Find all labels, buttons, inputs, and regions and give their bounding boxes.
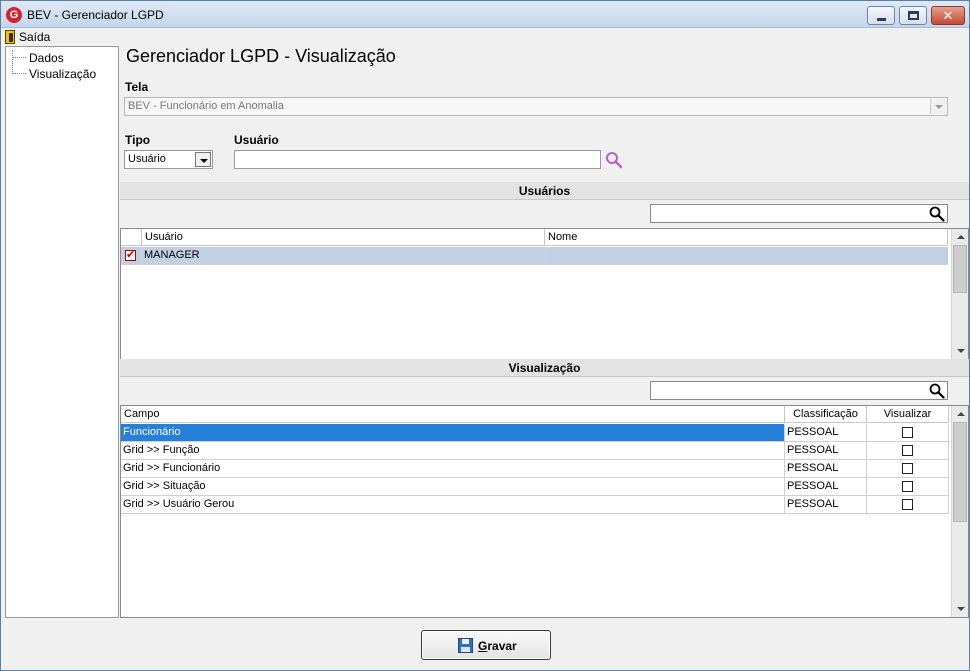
grid-header-classificacao[interactable]: Classificação bbox=[785, 406, 867, 423]
cell-campo[interactable]: Grid >> Funcionário bbox=[121, 460, 785, 478]
visualizacao-filter-input[interactable] bbox=[650, 381, 948, 400]
tela-select[interactable]: BEV - Funcionário em Anomalia bbox=[124, 97, 948, 116]
cell-visualizar[interactable] bbox=[867, 460, 949, 478]
page-title: Gerenciador LGPD - Visualização bbox=[126, 46, 396, 66]
tree-branch bbox=[12, 73, 26, 74]
scroll-down-icon[interactable] bbox=[952, 343, 968, 359]
cell-campo[interactable]: Grid >> Situação bbox=[121, 478, 785, 496]
visualizar-checkbox[interactable] bbox=[902, 481, 913, 492]
sidebar-item-visualizacao[interactable]: Visualização bbox=[12, 66, 96, 81]
scroll-thumb[interactable] bbox=[953, 245, 967, 293]
chevron-down-icon[interactable] bbox=[930, 99, 946, 114]
usuario-label: Usuário bbox=[234, 133, 279, 147]
visualizacao-section-header: Visualização bbox=[120, 359, 969, 377]
tipo-select[interactable]: Usuário bbox=[124, 150, 213, 169]
menu-item-exit[interactable]: Saída bbox=[5, 29, 50, 45]
chevron-down-icon[interactable] bbox=[195, 152, 211, 167]
usuarios-section-header: Usuários bbox=[120, 182, 969, 200]
scroll-up-icon[interactable] bbox=[952, 229, 968, 245]
visualizar-checkbox[interactable] bbox=[902, 463, 913, 474]
cell-classificacao[interactable]: PESSOAL bbox=[785, 442, 867, 460]
maximize-button[interactable] bbox=[899, 6, 927, 25]
tree-branch bbox=[12, 57, 26, 58]
tipo-label: Tipo bbox=[125, 133, 151, 147]
usuarios-grid: Usuário Nome MANAGER bbox=[120, 228, 969, 360]
app-window: G BEV - Gerenciador LGPD ✕ Saída Dados V… bbox=[0, 0, 970, 671]
row-checkbox[interactable] bbox=[125, 248, 136, 262]
visualizar-checkbox[interactable] bbox=[902, 499, 913, 510]
window-title: BEV - Gerenciador LGPD bbox=[27, 8, 164, 22]
floppy-disk-icon bbox=[458, 638, 473, 653]
visualizacao-grid: Campo Classificação Visualizar Funcionár… bbox=[120, 405, 969, 618]
usuarios-scrollbar[interactable] bbox=[951, 229, 968, 359]
visualizar-checkbox[interactable] bbox=[902, 445, 913, 456]
sidebar-item-label: Visualização bbox=[29, 66, 97, 81]
cell-classificacao[interactable]: PESSOAL bbox=[785, 424, 867, 442]
sidebar-item-label: Dados bbox=[29, 50, 64, 65]
cell-classificacao[interactable]: PESSOAL bbox=[785, 460, 867, 478]
grid-header-visualizar[interactable]: Visualizar bbox=[867, 406, 949, 423]
cell-nome[interactable] bbox=[545, 247, 948, 265]
minimize-icon bbox=[877, 18, 886, 21]
maximize-icon bbox=[908, 11, 919, 20]
row-check-cell[interactable] bbox=[121, 247, 142, 265]
scroll-down-icon[interactable] bbox=[952, 601, 968, 617]
tipo-select-value: Usuário bbox=[128, 153, 166, 165]
search-user-icon[interactable] bbox=[605, 151, 623, 169]
title-bar: G BEV - Gerenciador LGPD ✕ bbox=[1, 1, 969, 28]
scroll-thumb[interactable] bbox=[953, 422, 967, 522]
save-button-label: Gravar bbox=[478, 639, 517, 653]
cell-campo[interactable]: Grid >> Usuário Gerou bbox=[121, 496, 785, 514]
sidebar-item-dados[interactable]: Dados bbox=[12, 50, 64, 65]
tela-select-value: BEV - Funcionário em Anomalia bbox=[128, 100, 284, 112]
grid-header-check bbox=[121, 229, 142, 246]
exit-door-icon bbox=[5, 30, 15, 44]
search-icon[interactable] bbox=[929, 383, 945, 399]
cell-classificacao[interactable]: PESSOAL bbox=[785, 478, 867, 496]
grid-header-usuario[interactable]: Usuário bbox=[142, 229, 545, 246]
menu-bar: Saída bbox=[1, 28, 969, 46]
cell-campo[interactable]: Funcionário bbox=[121, 424, 785, 442]
cell-visualizar[interactable] bbox=[867, 442, 949, 460]
search-icon[interactable] bbox=[929, 206, 945, 222]
tela-label: Tela bbox=[125, 80, 149, 94]
visualizacao-scrollbar[interactable] bbox=[951, 406, 968, 617]
cell-visualizar[interactable] bbox=[867, 478, 949, 496]
menu-item-exit-label: Saída bbox=[19, 30, 51, 44]
grid-header-nome[interactable]: Nome bbox=[545, 229, 948, 246]
cell-visualizar[interactable] bbox=[867, 496, 949, 514]
cell-usuario[interactable]: MANAGER bbox=[142, 247, 545, 265]
scroll-up-icon[interactable] bbox=[952, 406, 968, 422]
usuarios-filter-input[interactable] bbox=[650, 204, 948, 223]
grid-header-campo[interactable]: Campo bbox=[121, 406, 785, 423]
cell-visualizar[interactable] bbox=[867, 424, 949, 442]
cell-classificacao[interactable]: PESSOAL bbox=[785, 496, 867, 514]
sidebar-tree: Dados Visualização bbox=[5, 46, 119, 618]
visualizar-checkbox[interactable] bbox=[902, 427, 913, 438]
close-icon: ✕ bbox=[942, 8, 954, 23]
close-button[interactable]: ✕ bbox=[931, 6, 965, 25]
app-logo-icon: G bbox=[6, 7, 22, 23]
cell-campo[interactable]: Grid >> Função bbox=[121, 442, 785, 460]
usuario-input[interactable] bbox=[234, 150, 601, 169]
minimize-button[interactable] bbox=[867, 6, 895, 25]
save-button[interactable]: Gravar bbox=[421, 630, 551, 660]
